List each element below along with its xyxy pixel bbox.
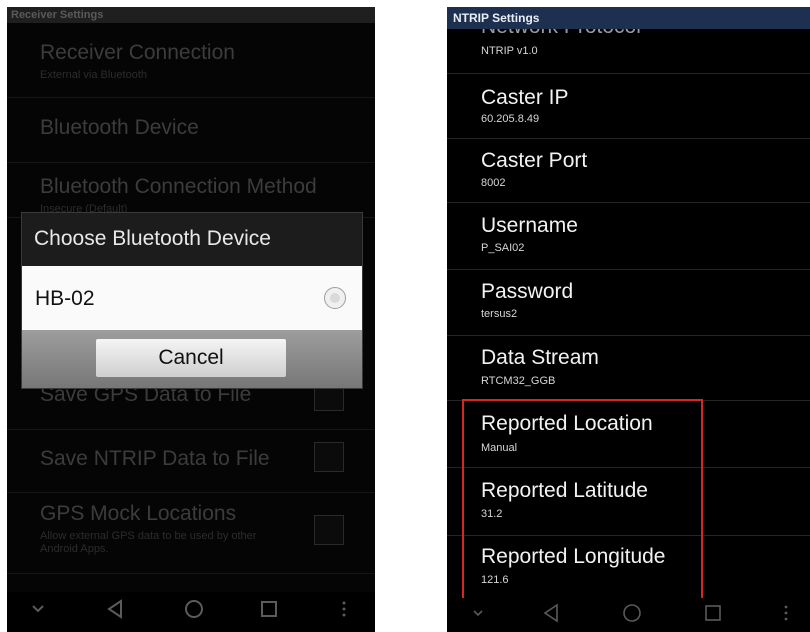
back-icon[interactable] bbox=[541, 603, 561, 623]
setting-network-protocol[interactable]: Network Protocol NTRIP v1.0 bbox=[447, 29, 810, 74]
dialog-footer: Cancel bbox=[22, 330, 362, 388]
setting-title: Caster Port bbox=[481, 149, 588, 172]
setting-title: Username bbox=[481, 214, 578, 237]
home-icon[interactable] bbox=[622, 603, 642, 623]
setting-title: Network Protocol bbox=[481, 29, 641, 39]
more-vert-icon[interactable] bbox=[783, 604, 789, 622]
setting-caster-port[interactable]: Caster Port 8002 bbox=[447, 139, 810, 203]
setting-bluetooth-connection-method[interactable]: Bluetooth Connection Method Insecure (De… bbox=[7, 163, 375, 218]
setting-caster-ip[interactable]: Caster IP 60.205.8.49 bbox=[447, 74, 810, 139]
setting-title: Receiver Connection bbox=[40, 41, 235, 64]
setting-subtitle: NTRIP v1.0 bbox=[481, 45, 538, 57]
more-vert-icon[interactable] bbox=[341, 600, 347, 618]
navigation-bar bbox=[7, 592, 375, 632]
receiver-settings-title: Receiver Settings bbox=[7, 7, 375, 23]
chevron-down-icon[interactable] bbox=[31, 604, 45, 614]
setting-subtitle: P_SAI02 bbox=[481, 242, 525, 254]
setting-subtitle: RTCM32_GGB bbox=[481, 375, 556, 387]
setting-username[interactable]: Username P_SAI02 bbox=[447, 203, 810, 270]
setting-subtitle: tersus2 bbox=[481, 308, 518, 320]
setting-title: Data Stream bbox=[481, 346, 599, 369]
recents-icon[interactable] bbox=[703, 603, 723, 623]
chevron-down-icon[interactable] bbox=[472, 609, 484, 618]
mock-locations-checkbox[interactable] bbox=[314, 515, 344, 545]
choose-bluetooth-device-dialog: Choose Bluetooth Device HB-02 Cancel bbox=[21, 212, 363, 389]
ntrip-settings-screen: NTRIP Settings Network Protocol NTRIP v1… bbox=[447, 7, 810, 632]
setting-bluetooth-device[interactable]: Bluetooth Device bbox=[7, 98, 375, 163]
setting-title: Save NTRIP Data to File bbox=[40, 447, 270, 470]
highlight-box bbox=[462, 399, 703, 600]
device-option-hb02[interactable]: HB-02 bbox=[22, 266, 362, 330]
device-name: HB-02 bbox=[35, 287, 95, 310]
setting-subtitle: 8002 bbox=[481, 177, 506, 189]
setting-save-ntrip-data[interactable]: Save NTRIP Data to File bbox=[7, 430, 375, 493]
ntrip-settings-title: NTRIP Settings bbox=[447, 7, 810, 29]
setting-data-stream[interactable]: Data Stream RTCM32_GGB bbox=[447, 336, 810, 401]
dialog-title: Choose Bluetooth Device bbox=[34, 227, 271, 250]
setting-title: GPS Mock Locations bbox=[40, 502, 237, 525]
radio-button-icon[interactable] bbox=[324, 287, 346, 309]
setting-title: Bluetooth Connection Method bbox=[40, 175, 317, 198]
cancel-button[interactable]: Cancel bbox=[96, 339, 286, 377]
setting-title: Caster IP bbox=[481, 86, 569, 109]
back-icon[interactable] bbox=[105, 599, 125, 619]
setting-title: Password bbox=[481, 280, 574, 303]
setting-receiver-connection[interactable]: Receiver Connection External via Bluetoo… bbox=[7, 23, 375, 98]
home-icon[interactable] bbox=[184, 599, 204, 619]
recents-icon[interactable] bbox=[259, 599, 279, 619]
setting-subtitle: Allow external GPS data to be used by ot… bbox=[40, 530, 257, 555]
receiver-settings-screen: Receiver Settings Receiver Connection Ex… bbox=[7, 7, 375, 632]
setting-subtitle: 60.205.8.49 bbox=[481, 113, 540, 125]
setting-gps-mock-locations[interactable]: GPS Mock Locations Allow external GPS da… bbox=[7, 493, 375, 574]
navigation-bar bbox=[447, 598, 810, 632]
save-ntrip-checkbox[interactable] bbox=[314, 442, 344, 472]
setting-subtitle: External via Bluetooth bbox=[40, 69, 148, 81]
setting-title: Bluetooth Device bbox=[40, 116, 199, 139]
setting-password[interactable]: Password tersus2 bbox=[447, 270, 810, 336]
